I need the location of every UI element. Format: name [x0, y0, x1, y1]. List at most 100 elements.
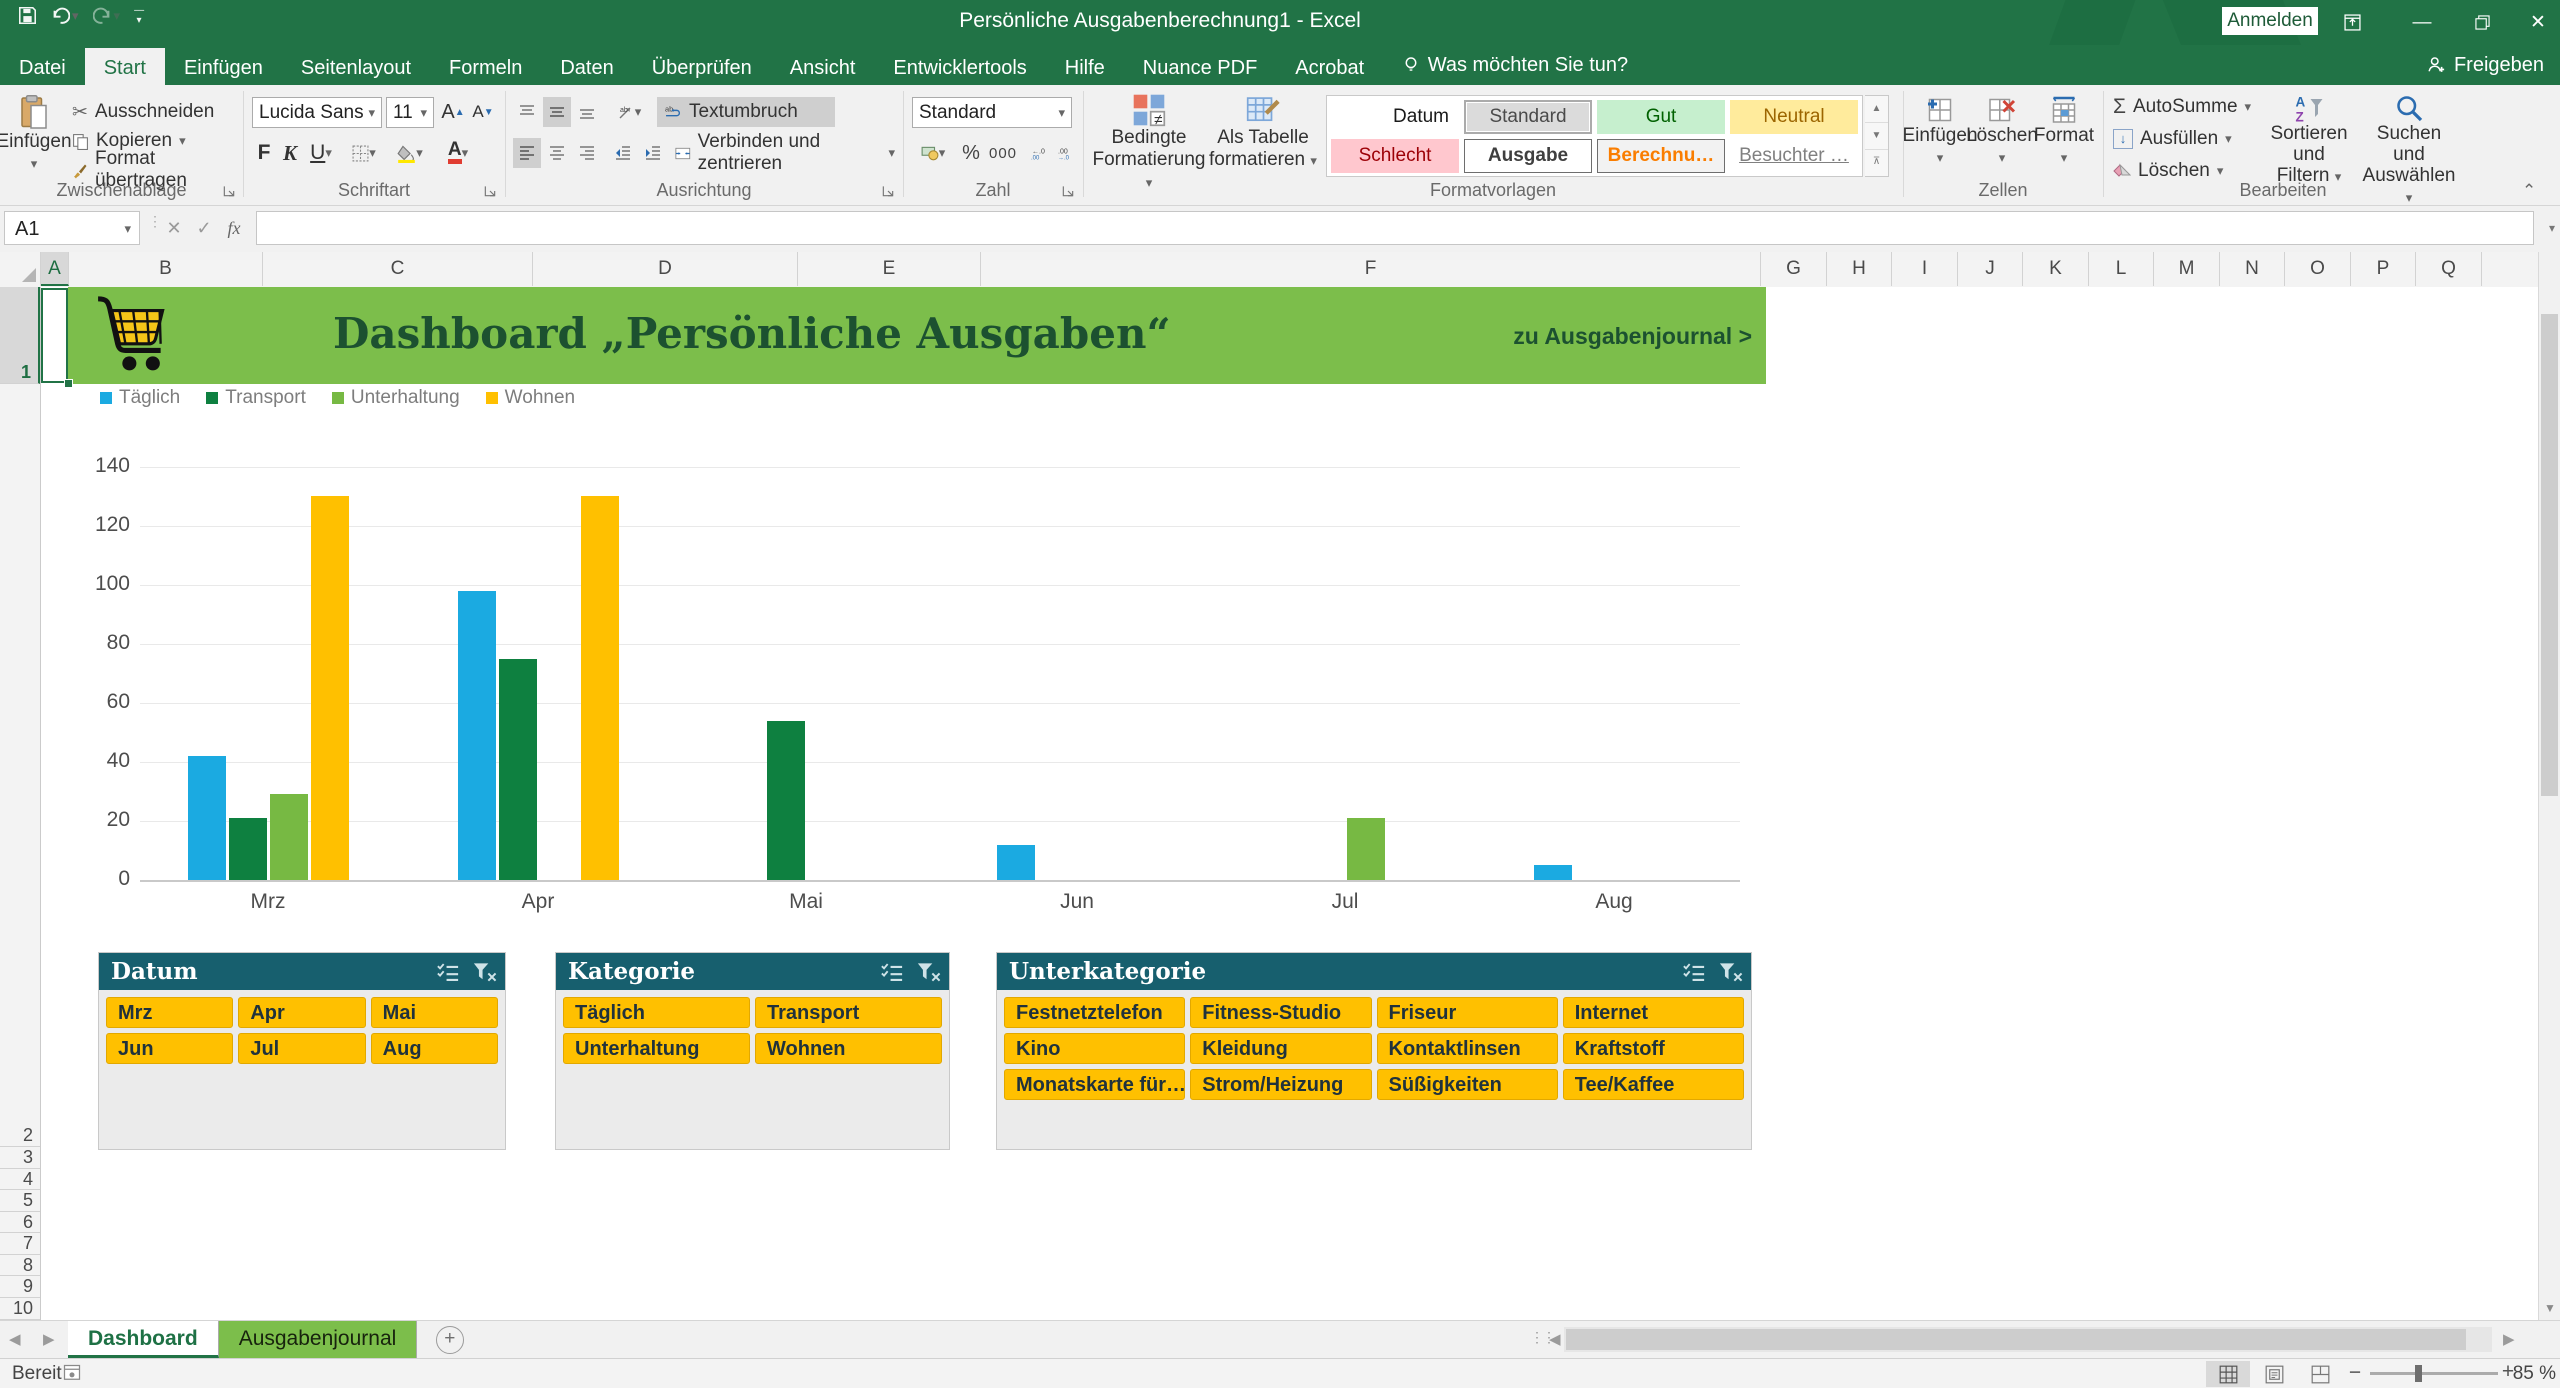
zoom-level[interactable]: 85 % [2512, 1363, 2556, 1385]
column-header-G[interactable]: G [1761, 252, 1827, 286]
slicer-item-Apr[interactable]: Apr [238, 997, 365, 1028]
align-left-icon[interactable] [513, 138, 541, 168]
column-header-I[interactable]: I [1892, 252, 1958, 286]
slicer-item-Wohnen[interactable]: Wohnen [755, 1033, 942, 1064]
name-box[interactable]: A1▾ [4, 211, 140, 245]
slicer-kategorie[interactable]: KategorieTäglichTransportUnterhaltungWoh… [555, 952, 950, 1150]
zoom-slider-track[interactable] [2370, 1372, 2498, 1375]
slicer-item-Jul[interactable]: Jul [238, 1033, 365, 1064]
comma-style-button[interactable]: 000 [986, 138, 1020, 168]
vertical-scroll-thumb[interactable] [2541, 314, 2558, 796]
selected-cell-a1[interactable] [41, 288, 68, 383]
share-button[interactable]: Freigeben [2426, 45, 2544, 85]
slicer-datum[interactable]: DatumMrzAprMaiJunJulAug [98, 952, 506, 1150]
customize-qat-button[interactable]: ―▾ [134, 7, 144, 25]
delete-cells-button[interactable]: Löschen▾ [1973, 95, 2031, 169]
ribbon-tab-seitenlayout[interactable]: Seitenlayout [282, 48, 430, 88]
font-name-select[interactable]: Lucida Sans▾ [252, 97, 382, 128]
cancel-entry-icon[interactable]: ✕ [160, 211, 188, 245]
wrap-text-button[interactable]: ab Textumbruch [657, 97, 835, 127]
slicer-item-TeeKaffee[interactable]: Tee/Kaffee [1563, 1069, 1744, 1100]
slicer-item-Transport[interactable]: Transport [755, 997, 942, 1028]
gallery-scroll-up-icon[interactable]: ▲ [1865, 96, 1888, 122]
slicer-item-Friseur[interactable]: Friseur [1377, 997, 1558, 1028]
ribbon-tab-datei[interactable]: Datei [0, 48, 85, 88]
cell-style-Neutral[interactable]: Neutral [1730, 100, 1858, 134]
column-header-C[interactable]: C [263, 252, 533, 286]
number-dialog-launcher[interactable] [1061, 184, 1077, 200]
percent-style-button[interactable]: % [958, 138, 984, 168]
align-middle-icon[interactable] [543, 97, 571, 127]
font-size-select[interactable]: 11▾ [386, 97, 434, 128]
slicer-item-Sigkeiten[interactable]: Süßigkeiten [1377, 1069, 1558, 1100]
slicer-item-Kino[interactable]: Kino [1004, 1033, 1185, 1064]
sheet-tab-ausgabenjournal[interactable]: Ausgabenjournal [219, 1321, 418, 1358]
confirm-entry-icon[interactable]: ✓ [190, 211, 218, 245]
conditional-formatting-button[interactable]: ≠ Bedingte Formatierung ▾ [1095, 93, 1203, 194]
cell-style-Datum[interactable]: Datum [1331, 100, 1459, 134]
shrink-font-button[interactable]: A▼ [469, 97, 497, 127]
column-header-B[interactable]: B [69, 252, 263, 286]
multiselect-icon[interactable] [879, 961, 905, 983]
align-bottom-icon[interactable] [573, 97, 601, 127]
decrease-decimal-icon[interactable]: .00→.0 [1052, 138, 1078, 168]
fill-color-button[interactable]: ▾ [389, 138, 431, 168]
row-header-1[interactable]: 1 [0, 287, 40, 384]
sheet-tab-dashboard[interactable]: Dashboard [68, 1321, 219, 1358]
ribbon-tab-daten[interactable]: Daten [541, 48, 632, 88]
slicer-unterkategorie[interactable]: UnterkategorieFestnetztelefonFitness-Stu… [996, 952, 1752, 1150]
row-header-2[interactable]: 2 [0, 384, 40, 1147]
insert-cells-button[interactable]: Einfügen▾ [1911, 95, 1969, 169]
save-icon[interactable] [18, 6, 37, 25]
borders-button[interactable]: ▾ [345, 138, 383, 168]
align-top-icon[interactable] [513, 97, 541, 127]
expand-formula-bar-icon[interactable]: ▾ [2538, 211, 2560, 245]
fill-button[interactable]: ↓Ausfüllen▾ [2113, 125, 2232, 153]
row-header-8[interactable]: 8 [0, 1255, 40, 1276]
slicer-item-FitnessStudio[interactable]: Fitness-Studio [1190, 997, 1371, 1028]
ribbon-tab-start[interactable]: Start [85, 48, 165, 88]
clipboard-dialog-launcher[interactable] [222, 184, 238, 200]
cell-style-Ausgabe[interactable]: Ausgabe [1464, 139, 1592, 173]
cell-style-Gut[interactable]: Gut [1597, 100, 1725, 134]
clear-filter-icon[interactable] [915, 961, 941, 983]
scroll-down-icon[interactable]: ▼ [2539, 1296, 2560, 1320]
clear-filter-icon[interactable] [471, 961, 497, 983]
increase-decimal-icon[interactable]: ←.0.00 [1024, 138, 1050, 168]
sheet-nav-right-icon[interactable]: ▶ [34, 1321, 64, 1358]
slicer-item-Aug[interactable]: Aug [371, 1033, 498, 1064]
new-sheet-button[interactable]: + [436, 1326, 464, 1354]
cut-button[interactable]: ✂Ausschneiden [72, 98, 214, 126]
underline-button[interactable]: U▾ [304, 138, 338, 168]
ribbon-tab-entwicklertools[interactable]: Entwicklertools [874, 48, 1045, 88]
alignment-dialog-launcher[interactable] [881, 184, 897, 200]
cell-style-Berechnu[interactable]: Berechnu… [1597, 139, 1725, 173]
column-header-Q[interactable]: Q [2416, 252, 2482, 286]
column-header-N[interactable]: N [2220, 252, 2285, 286]
row-header-6[interactable]: 6 [0, 1212, 40, 1233]
insert-function-icon[interactable]: fx [220, 211, 248, 245]
row-header-3[interactable]: 3 [0, 1147, 40, 1169]
row-header-9[interactable]: 9 [0, 1276, 40, 1298]
slicer-item-Internet[interactable]: Internet [1563, 997, 1744, 1028]
column-header-H[interactable]: H [1827, 252, 1892, 286]
tell-me-box[interactable]: Was möchten Sie tun? [1388, 45, 1642, 85]
row-header-7[interactable]: 7 [0, 1233, 40, 1255]
sort-filter-button[interactable]: AZ Sortieren und Filtern ▾ [2261, 93, 2357, 187]
bold-button[interactable]: F [252, 138, 276, 168]
slicer-item-Monatskartefr[interactable]: Monatskarte für… [1004, 1069, 1185, 1100]
normal-view-icon[interactable] [2206, 1361, 2250, 1387]
format-cells-button[interactable]: Format▾ [2035, 95, 2093, 169]
row-header-5[interactable]: 5 [0, 1190, 40, 1212]
merge-center-button[interactable]: Verbinden und zentrieren▾ [675, 138, 895, 168]
slicer-item-Kontaktlinsen[interactable]: Kontaktlinsen [1377, 1033, 1558, 1064]
redo-button[interactable]: ▾ [93, 6, 121, 25]
font-color-button[interactable]: A▾ [437, 138, 479, 168]
cell-style-Besuchter[interactable]: Besuchter … [1730, 139, 1858, 173]
undo-button[interactable]: ▾ [51, 6, 79, 25]
vertical-scrollbar[interactable]: ▼ [2538, 252, 2560, 1320]
close-button[interactable]: ✕ [2516, 0, 2560, 45]
column-header-E[interactable]: E [798, 252, 981, 286]
slicer-item-Festnetztelefon[interactable]: Festnetztelefon [1004, 997, 1185, 1028]
hscroll-right-icon[interactable]: ▶ [2494, 1321, 2524, 1358]
